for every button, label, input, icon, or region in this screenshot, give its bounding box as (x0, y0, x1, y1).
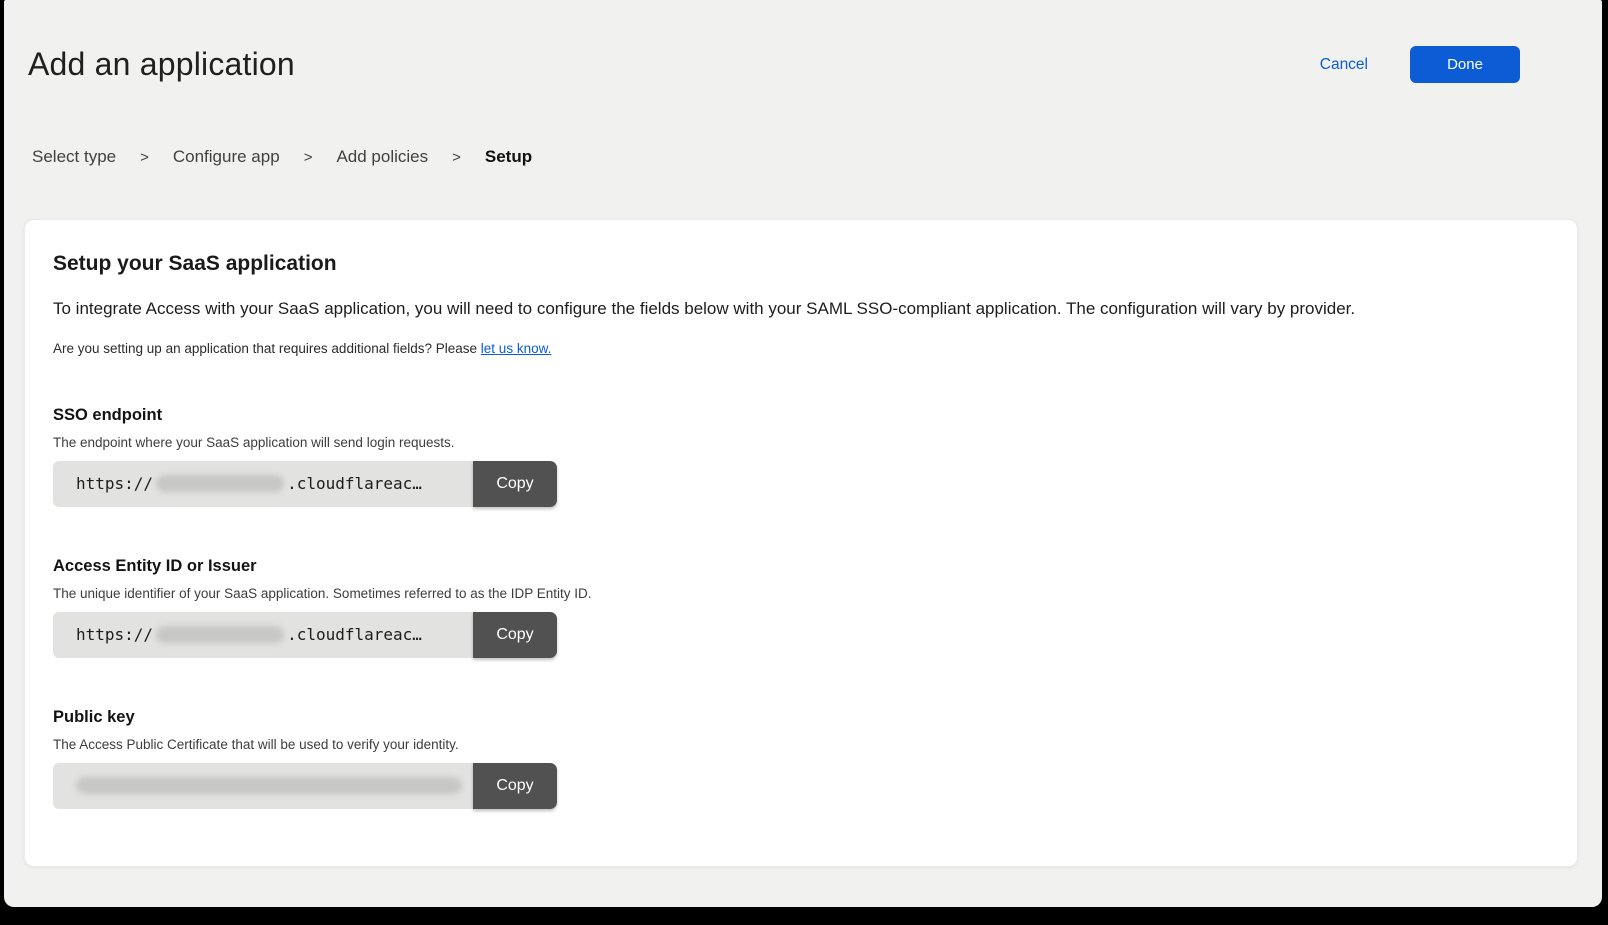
intro-text: To integrate Access with your SaaS appli… (53, 298, 1549, 321)
done-button[interactable]: Done (1410, 46, 1520, 83)
breadcrumb: Select type > Configure app > Add polici… (4, 83, 1602, 167)
page: Add an application Cancel Done Select ty… (4, 0, 1602, 907)
value-prefix: https:// (76, 474, 153, 493)
public-key-section: Public key The Access Public Certificate… (53, 708, 1549, 809)
breadcrumb-separator: > (140, 149, 149, 166)
redacted-value (156, 475, 284, 492)
field-description: The unique identifier of your SaaS appli… (53, 586, 1549, 601)
field-row: Copy (53, 763, 557, 809)
breadcrumb-step-setup: Setup (485, 147, 532, 167)
value-suffix: .cloudflareac… (287, 625, 422, 644)
field-description: The Access Public Certificate that will … (53, 737, 1549, 752)
field-value: https:// .cloudflareac… (53, 612, 473, 658)
field-description: The endpoint where your SaaS application… (53, 435, 1549, 450)
copy-button[interactable]: Copy (473, 612, 557, 658)
breadcrumb-step-add-policies[interactable]: Add policies (336, 147, 428, 167)
value-suffix: .cloudflareac… (287, 474, 422, 493)
copy-button[interactable]: Copy (473, 763, 557, 809)
access-entity-id-section: Access Entity ID or Issuer The unique id… (53, 557, 1549, 658)
page-title: Add an application (28, 46, 295, 83)
field-row: https:// .cloudflareac… Copy (53, 461, 557, 507)
card-heading: Setup your SaaS application (53, 252, 1549, 276)
let-us-know-link[interactable]: let us know. (481, 341, 552, 356)
breadcrumb-separator: > (304, 149, 313, 166)
copy-button[interactable]: Copy (473, 461, 557, 507)
breadcrumb-step-configure-app[interactable]: Configure app (173, 147, 280, 167)
cancel-button[interactable]: Cancel (1320, 56, 1368, 74)
redacted-value (76, 777, 462, 794)
field-value: https:// .cloudflareac… (53, 461, 473, 507)
value-prefix: https:// (76, 625, 153, 644)
sso-endpoint-section: SSO endpoint The endpoint where your Saa… (53, 406, 1549, 507)
field-row: https:// .cloudflareac… Copy (53, 612, 557, 658)
header-actions: Cancel Done (1320, 46, 1520, 83)
page-header: Add an application Cancel Done (4, 0, 1602, 83)
setup-card: Setup your SaaS application To integrate… (24, 219, 1578, 867)
breadcrumb-step-select-type[interactable]: Select type (32, 147, 116, 167)
field-value (53, 763, 473, 809)
additional-fields-note: Are you setting up an application that r… (53, 341, 1549, 356)
field-label: Public key (53, 708, 1549, 727)
redacted-value (156, 626, 284, 643)
field-label: SSO endpoint (53, 406, 1549, 425)
field-label: Access Entity ID or Issuer (53, 557, 1549, 576)
note-text: Are you setting up an application that r… (53, 341, 477, 356)
breadcrumb-separator: > (452, 149, 461, 166)
